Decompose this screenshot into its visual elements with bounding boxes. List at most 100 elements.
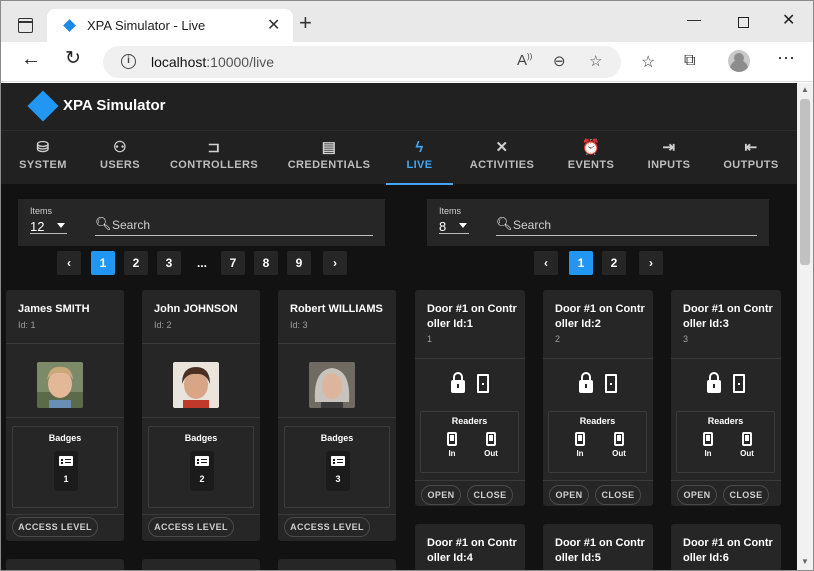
info-icon[interactable]: i <box>121 54 136 69</box>
access-level-button[interactable]: ACCESS LEVEL <box>148 517 234 537</box>
address-bar[interactable]: i localhost:10000/live A)) ⊖ ☆ <box>103 46 621 78</box>
window-close-icon[interactable]: ✕ <box>782 10 795 30</box>
badge-chip[interactable]: 1 <box>54 451 78 491</box>
badge-icon <box>195 456 209 466</box>
collections-icon[interactable]: ⧉ <box>684 52 695 70</box>
prev-page-button[interactable]: ‹ <box>534 251 558 275</box>
reader-in[interactable]: In <box>569 429 591 465</box>
page-button[interactable]: 2 <box>124 251 148 275</box>
maximize-icon[interactable] <box>738 17 749 28</box>
database-icon: ⛁ <box>36 139 50 156</box>
open-button[interactable]: OPEN <box>549 485 589 505</box>
readers-section: Readers In Out <box>548 411 647 473</box>
user-name: John JOHNSON <box>154 303 238 315</box>
tab-close-icon[interactable]: ✕ <box>267 15 280 35</box>
open-button[interactable]: OPEN <box>677 485 717 505</box>
door-icon[interactable] <box>605 374 617 393</box>
divider <box>278 514 396 515</box>
badge-chip[interactable]: 2 <box>190 451 214 491</box>
door-id: 2 <box>555 334 561 344</box>
card-reader-icon <box>447 432 457 446</box>
new-tab-icon[interactable]: + <box>299 12 312 34</box>
door-name: Door #1 on Contr oller Id:1 <box>427 303 517 330</box>
door-icon[interactable] <box>477 374 489 393</box>
tab-outputs[interactable]: ⇤ OUTPUTS <box>717 131 785 185</box>
user-card: Robert WILLIAMS Id: 3 Badges 3 ACCESS LE… <box>278 290 396 541</box>
scroll-up-icon[interactable]: ▲ <box>801 85 809 94</box>
favorites-icon[interactable]: ☆ <box>641 52 655 72</box>
users-icon: ⚇ <box>113 139 127 156</box>
door-status <box>415 372 525 393</box>
page-scrollbar[interactable]: ▲ ▼ <box>797 83 813 570</box>
reader-label: In <box>704 449 712 458</box>
more-options-icon[interactable]: ⋯ <box>777 48 795 69</box>
tab-system[interactable]: ⛁ SYSTEM <box>9 131 77 185</box>
door-icon[interactable] <box>733 374 745 393</box>
open-button[interactable]: OPEN <box>421 485 461 505</box>
access-level-button[interactable]: ACCESS LEVEL <box>284 517 370 537</box>
page-button[interactable]: 7 <box>221 251 245 275</box>
page-button[interactable]: 1 <box>91 251 115 275</box>
doors-search-input[interactable] <box>513 218 743 232</box>
tab-live[interactable]: ϟ LIVE <box>386 131 453 185</box>
close-button[interactable]: CLOSE <box>723 485 769 505</box>
tab-credentials[interactable]: ▤ CREDENTIALS <box>283 131 375 185</box>
badge-chip[interactable]: 3 <box>326 451 350 491</box>
badges-section: Badges 2 <box>148 426 254 508</box>
tab-label: INPUTS <box>647 159 691 171</box>
page-button[interactable]: 8 <box>254 251 278 275</box>
divider <box>415 480 525 481</box>
badge-icon <box>59 456 73 466</box>
read-aloud-icon[interactable]: A)) <box>517 52 532 69</box>
page-button[interactable]: 2 <box>602 251 626 275</box>
reload-icon[interactable]: ↻ <box>65 47 81 70</box>
users-search-input[interactable] <box>112 218 342 232</box>
back-arrow-icon[interactable]: ← <box>21 48 41 71</box>
scroll-thumb[interactable] <box>800 99 810 265</box>
xpa-logo-icon <box>27 90 59 122</box>
browser-tab[interactable]: XPA Simulator - Live ✕ <box>47 9 293 43</box>
add-favorite-icon[interactable]: ☆ <box>589 52 602 70</box>
page-button[interactable]: 3 <box>157 251 181 275</box>
tab-users[interactable]: ⚇ USERS <box>89 131 151 185</box>
tab-actions-icon[interactable] <box>18 18 33 33</box>
lock-icon[interactable] <box>707 372 721 393</box>
close-button[interactable]: CLOSE <box>595 485 641 505</box>
user-card <box>6 559 124 570</box>
door-name: Door #1 on Contr oller Id:6 <box>683 537 773 564</box>
search-icon: 🔍︎ <box>496 216 513 231</box>
reader-out[interactable]: Out <box>480 429 502 465</box>
app-viewport: XPA Simulator ⛁ SYSTEM ⚇ USERS ⊐ CONTROL… <box>1 83 797 570</box>
lock-icon[interactable] <box>451 372 465 393</box>
next-page-button[interactable]: › <box>323 251 347 275</box>
tab-events[interactable]: ⏰ EVENTS <box>560 131 622 185</box>
divider <box>671 358 781 359</box>
access-level-button[interactable]: ACCESS LEVEL <box>12 517 98 537</box>
zoom-out-icon[interactable]: ⊖ <box>553 52 566 70</box>
lock-icon[interactable] <box>579 372 593 393</box>
tab-controllers[interactable]: ⊐ CONTROLLERS <box>166 131 262 185</box>
items-per-page-select[interactable]: 12 <box>30 219 67 234</box>
readers-title: Readers <box>707 416 744 426</box>
door-card: Door #1 on Contr oller Id:4 <box>415 524 525 570</box>
page-button[interactable]: 9 <box>287 251 311 275</box>
scroll-down-icon[interactable]: ▼ <box>801 557 809 566</box>
door-card: Door #1 on Contr oller Id:5 <box>543 524 653 570</box>
reader-in[interactable]: In <box>441 429 463 465</box>
tab-activities[interactable]: ✕ ACTIVITIES <box>464 131 540 185</box>
reader-in[interactable]: In <box>697 429 719 465</box>
reader-out[interactable]: Out <box>608 429 630 465</box>
minimize-icon[interactable]: — <box>687 11 701 27</box>
page-button[interactable]: 1 <box>569 251 593 275</box>
profile-avatar[interactable] <box>728 50 750 72</box>
items-per-page-select[interactable]: 8 <box>439 219 469 234</box>
tab-inputs[interactable]: ⇥ INPUTS <box>642 131 696 185</box>
prev-page-button[interactable]: ‹ <box>57 251 81 275</box>
tab-label: LIVE <box>406 159 433 171</box>
close-button[interactable]: CLOSE <box>467 485 513 505</box>
credential-card-icon: ▤ <box>321 139 337 156</box>
browser-titlebar: XPA Simulator - Live ✕ + — ✕ <box>1 1 813 43</box>
next-page-button[interactable]: › <box>639 251 663 275</box>
readers-section: Readers In Out <box>420 411 519 473</box>
reader-out[interactable]: Out <box>736 429 758 465</box>
